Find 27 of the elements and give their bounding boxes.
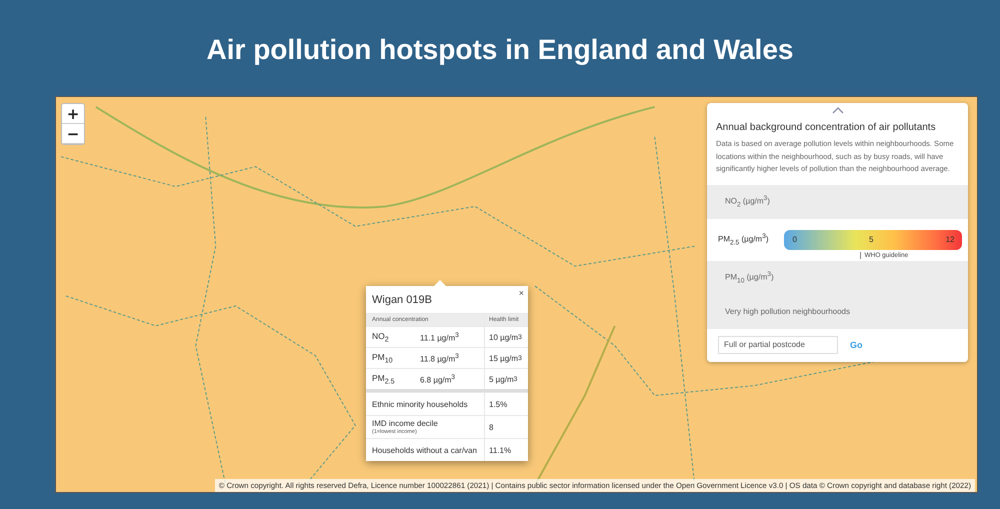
scale-label: 0 [792, 235, 797, 244]
table-cell-text: PM$_{2.5}$ [371, 372, 396, 386]
table-cell-text: 6.8 µg/m$^{3}$ [420, 374, 456, 384]
legend-item[interactable]: PM$_{10}$ (µg/m$^{3}$) [707, 260, 968, 294]
legend-item[interactable]: Very high pollution neighbourhoods [707, 294, 968, 328]
postcode-field[interactable]: Full or partial postcode [718, 336, 838, 354]
table-cell-text: Ethnic minority households [372, 400, 469, 408]
legend-title: Annual background concentration of air pollutants [715, 121, 937, 133]
legend-item[interactable]: NO$_{2}$ (µg/m$^{3}$) [707, 184, 968, 218]
table-cell-text: NO$_{2}$ [371, 330, 390, 344]
table-cell-text: Households without a car/van [372, 446, 478, 454]
popup-pointer [434, 280, 446, 286]
close-button[interactable]: × [518, 288, 524, 298]
table-cell-text: PM$_{10}$ [371, 352, 394, 364]
table-cell-text: 11.1 µg/m$^{3}$ [420, 332, 460, 342]
scale-label: 12 [946, 235, 954, 244]
table-cell: 8 [484, 416, 528, 438]
table-cell: 11.1% [484, 439, 528, 461]
table-cell-text: IMD income decile [372, 419, 439, 428]
scale-label: 5 [869, 235, 874, 244]
chevron-up-icon[interactable] [832, 107, 844, 114]
table-cell: 1.5% [484, 393, 528, 415]
popup-title: Wigan 019B [372, 294, 432, 306]
table-cell-text: 11.8 µg/m$^{3}$ [420, 352, 460, 364]
zoom-in-button[interactable]: + [62, 104, 84, 124]
page-title: Air pollution hotspots in England and Wales [206, 33, 794, 67]
zoom-out-button[interactable]: − [62, 124, 84, 144]
